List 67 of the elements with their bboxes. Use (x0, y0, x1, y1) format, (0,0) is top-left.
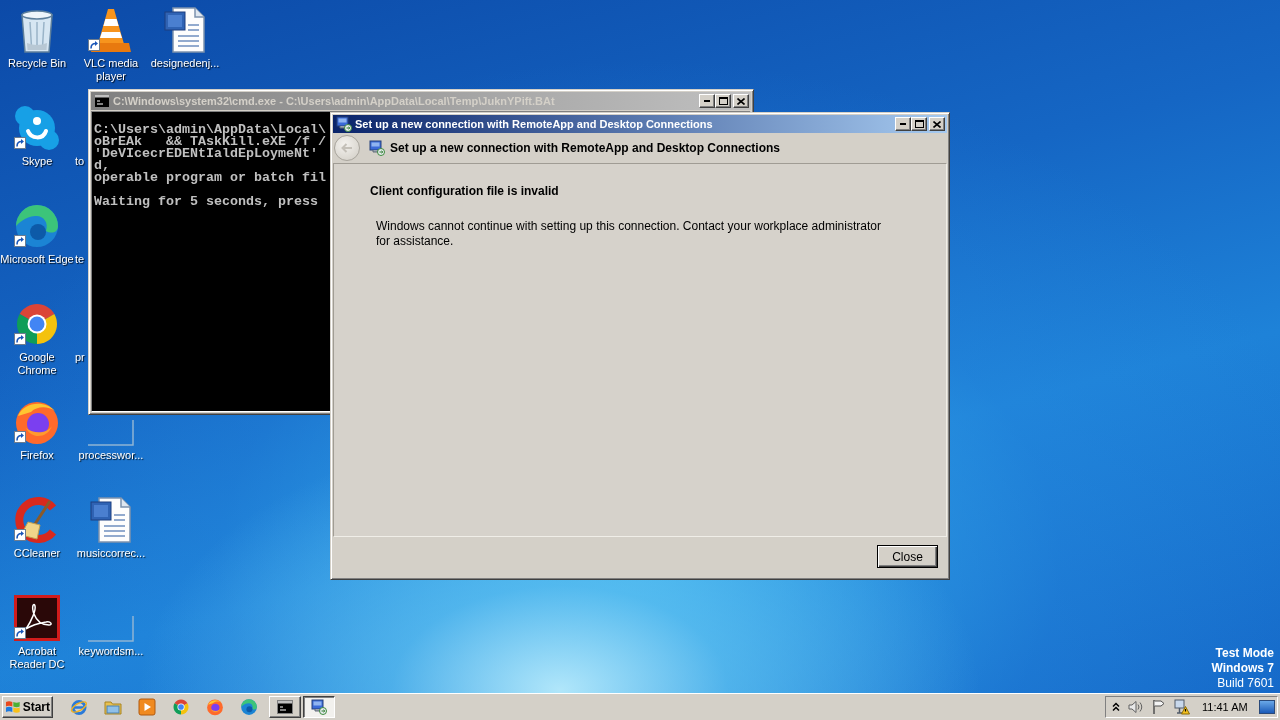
icon-label[interactable]: Acrobat Reader DC (0, 645, 75, 671)
edge-browser-icon[interactable] (240, 698, 258, 716)
flag-icon[interactable] (1152, 699, 1166, 715)
console-line: Waiting for 5 seconds, press (94, 196, 318, 208)
minimize-button[interactable] (895, 117, 911, 131)
icon-label[interactable]: CCleaner (13, 547, 61, 560)
console-line: operable program or batch fil (94, 172, 326, 184)
blank-thumbnail-icon[interactable] (88, 420, 134, 446)
show-desktop-button[interactable] (1259, 700, 1275, 714)
icon-label[interactable]: te (75, 253, 85, 266)
close-icon (737, 97, 745, 105)
windows-logo-icon (5, 700, 21, 714)
skype-icon[interactable] (13, 104, 61, 152)
icon-label[interactable]: designedenj... (150, 57, 220, 70)
minimize-button[interactable] (699, 94, 715, 108)
console-icon (277, 700, 293, 714)
blank-thumbnail-icon[interactable] (88, 616, 134, 642)
acrobat-reader-icon[interactable] (13, 594, 61, 642)
minimize-icon (900, 123, 906, 125)
close-dialog-button[interactable]: Close (877, 545, 938, 568)
console-icon (94, 94, 110, 108)
maximize-icon (718, 97, 728, 105)
icon-label[interactable]: pr (75, 351, 85, 364)
media-player-icon[interactable] (138, 698, 156, 716)
clock-time[interactable]: 11:41 AM (1202, 701, 1248, 713)
error-heading: Client configuration file is invalid (370, 184, 559, 199)
system-notice-text: Test Mode (1215, 646, 1274, 661)
icon-label[interactable]: Firefox (20, 449, 54, 462)
network-warning-icon[interactable] (1174, 699, 1190, 715)
firefox-browser-icon[interactable] (206, 698, 224, 716)
minimize-icon (704, 100, 710, 102)
system-notice-text: Windows 7 (1211, 661, 1274, 676)
speaker-icon[interactable] (1128, 699, 1144, 715)
error-message: Windows cannot continue with setting up this connection. Contact your workplace administrator for assistance. (376, 219, 882, 249)
icon-label[interactable]: musiccorrec... (76, 547, 146, 560)
remote-desktop-icon (336, 116, 352, 132)
chevron-up-icon[interactable] (1112, 702, 1120, 712)
remote-desktop-icon (369, 140, 385, 156)
icon-label[interactable]: to (75, 155, 85, 168)
window-title: C:\Windows\system32\cmd.exe - C:\Users\admin\AppData\Local\Temp\JuknYPift.BAt (113, 95, 555, 107)
back-arrow-icon (341, 143, 353, 153)
icon-label[interactable]: Microsoft Edge (0, 253, 74, 266)
close-button[interactable] (733, 94, 749, 108)
wizard-header: Set up a new connection with RemoteApp and Desktop Connections (390, 141, 781, 155)
start-button[interactable]: Start (2, 696, 53, 718)
window-title: Set up a new connection with RemoteApp and Desktop Connections (355, 118, 713, 130)
system-notice-text: Build 7601 (1217, 676, 1274, 691)
console-line: d, (94, 160, 110, 172)
icon-label[interactable]: Recycle Bin (7, 57, 67, 70)
maximize-button[interactable] (715, 94, 731, 108)
taskbar-window-button[interactable] (303, 696, 335, 718)
icon-label[interactable]: VLC media player (73, 57, 149, 83)
maximize-button[interactable] (911, 117, 927, 131)
icon-label[interactable]: processwor... (78, 449, 144, 462)
remote-desktop-icon (311, 699, 327, 715)
maximize-icon (914, 120, 924, 128)
icon-label[interactable]: keywordsm... (78, 645, 144, 658)
console-line: C:\Users\admin\AppData\Local\ (94, 124, 326, 136)
internet-explorer-icon[interactable] (70, 698, 88, 716)
edge-browser-icon[interactable] (13, 202, 61, 250)
close-button[interactable] (929, 117, 945, 131)
chrome-browser-icon[interactable] (172, 698, 190, 716)
console-line: oBrEAk && TAskKill.eXE /f / (94, 136, 326, 148)
icon-label[interactable]: Skype (21, 155, 53, 168)
icon-label[interactable]: Google Chrome (0, 351, 75, 377)
close-icon (933, 120, 941, 128)
console-line: 'DeVIcecrEDENtIaldEpLoymeNt' (94, 148, 318, 160)
